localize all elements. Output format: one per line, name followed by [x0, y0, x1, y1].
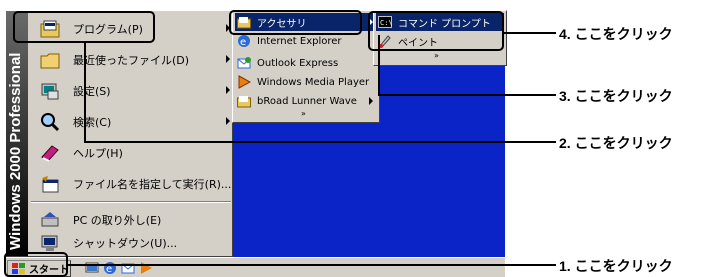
menu-item-label: ファイル名を指定して実行(R)... [73, 178, 232, 191]
banner-edition: Professional [7, 52, 24, 143]
submenu-item-label: Windows Media Player [257, 76, 370, 88]
documents-folder-icon [39, 49, 61, 71]
highlight-frame-command-prompt [368, 11, 504, 51]
menu-item-search[interactable]: 検索(C) [29, 107, 232, 137]
outlook-express-icon [237, 56, 251, 70]
callout-step-1: 1. ここをクリック [559, 258, 673, 274]
callout-line-2-vertical [84, 43, 86, 142]
settings-icon [39, 80, 61, 102]
submenu-arrow-icon [369, 97, 373, 105]
submenu-item-outlook-express[interactable]: Outlook Express [235, 54, 377, 72]
banner-brand: Windows [7, 184, 24, 250]
callout-line-3 [378, 94, 556, 96]
callout-line-2 [84, 141, 556, 143]
submenu-item-label: Outlook Express [257, 57, 339, 69]
submenu-item-label: bRoad Lunner Wave [257, 95, 357, 107]
highlight-frame-accessories [229, 10, 362, 35]
windows-banner: Windows 2000 Professional [6, 11, 28, 256]
submenu-item-media-player[interactable]: Windows Media Player [235, 73, 377, 91]
menu-item-label: 最近使ったファイル(D) [73, 54, 190, 67]
menu-item-label: ヘルプ(H) [73, 147, 123, 160]
banner-version: 2000 [7, 146, 24, 181]
menu-item-settings[interactable]: 設定(S) [29, 76, 232, 106]
menu-separator [31, 201, 231, 203]
callout-line-1 [68, 264, 556, 266]
callout-line-3-vertical [378, 35, 380, 95]
menu-item-documents[interactable]: 最近使ったファイル(D) [29, 45, 232, 75]
submenu-arrow-icon [226, 55, 230, 63]
start-menu: Windows 2000 Professional プログラム(P) 最近使った… [5, 10, 233, 257]
menu-item-label: シャットダウン(U)... [73, 237, 178, 250]
submenu-arrow-icon [226, 86, 230, 94]
menu-item-label: PC の取り外し(E) [73, 214, 162, 227]
menu-item-label: 設定(S) [73, 85, 111, 98]
internet-explorer-icon: e [237, 34, 251, 48]
search-magnifier-icon [39, 111, 61, 133]
program-folder-icon [237, 94, 251, 108]
svg-text:e: e [240, 37, 246, 48]
submenu-arrow-icon [226, 117, 230, 125]
menu-item-run[interactable]: ファイル名を指定して実行(R)... [29, 169, 232, 199]
media-player-icon [237, 75, 251, 89]
highlight-frame-start [4, 252, 68, 277]
callout-step-2: 2. ここをクリック [559, 135, 673, 151]
help-book-icon [39, 142, 61, 164]
submenu-item-label: Internet Explorer [257, 35, 342, 47]
highlight-frame-programs [13, 11, 155, 43]
callout-line-4 [504, 32, 556, 34]
callout-step-4: 4. ここをクリック [559, 26, 673, 42]
expand-more-chevron[interactable]: » [301, 109, 306, 118]
submenu-item-broad-lunner-wave[interactable]: bRoad Lunner Wave [235, 92, 377, 110]
expand-more-chevron[interactable]: » [434, 51, 439, 60]
taskbar: スタート e [5, 257, 505, 277]
callout-step-3: 3. ここをクリック [559, 88, 673, 104]
run-icon [39, 173, 61, 195]
menu-item-label: 検索(C) [73, 116, 112, 129]
shutdown-icon [39, 232, 61, 254]
